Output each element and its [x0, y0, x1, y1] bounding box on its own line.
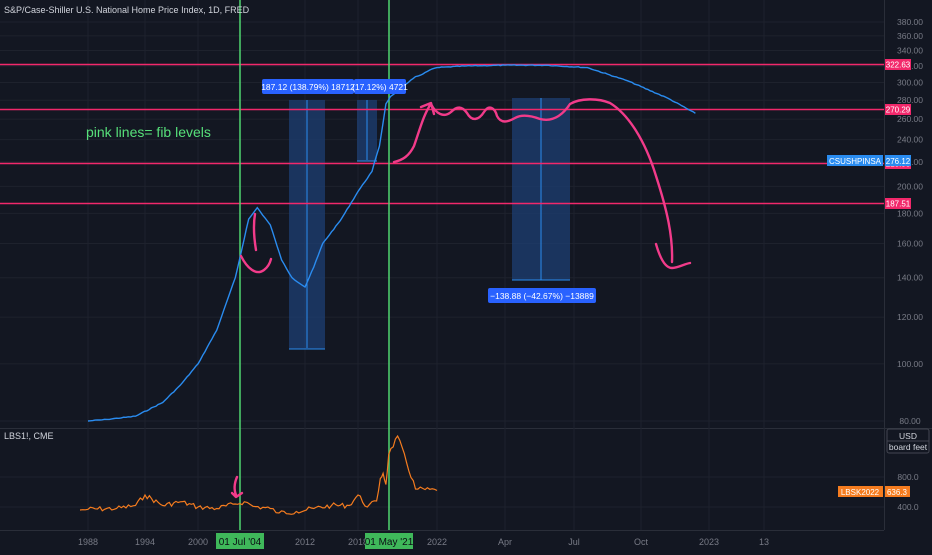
lumber-tick-label: 800.0	[897, 472, 919, 482]
lumber-last-value: 636.3	[887, 488, 908, 497]
lumber-series-title: LBS1!, CME	[4, 431, 54, 441]
fib-level-label: 187.51	[886, 200, 911, 209]
price-tick-label: 120.00	[897, 312, 923, 322]
measure-label-group-2[interactable]: (17.12%) 4721	[352, 79, 408, 94]
hpi-last-value: 276.12	[886, 157, 911, 166]
main-series-title: S&P/Case-Shiller U.S. National Home Pric…	[4, 5, 250, 15]
measure-label-group-1[interactable]: 187.12 (138.79%) 18712	[261, 79, 355, 94]
price-tick-label: 100.00	[897, 359, 923, 369]
price-tick-label: 260.00	[897, 114, 923, 124]
time-tick-label: 1994	[135, 537, 155, 547]
lumber-tick-label: 400.0	[897, 502, 919, 512]
price-tick-label: 80.00	[899, 416, 921, 426]
measure-label-text-3: −138.88 (−42.67%) −13889	[490, 291, 594, 301]
chart-workspace[interactable]: 80.00 100.00 120.00 140.00 160.00 180.00 200.0…	[0, 0, 932, 550]
time-tick-label: Apr	[498, 537, 512, 547]
time-tick-label: Jul	[568, 537, 580, 547]
price-tick-label: 300.00	[897, 78, 923, 88]
price-tick-label: 180.00	[897, 208, 923, 218]
fib-level-label: 322.63	[886, 61, 911, 70]
unit-selector[interactable]: USD board feet	[886, 428, 930, 454]
time-tick-label: 2023	[699, 537, 719, 547]
price-tick-label: 360.00	[897, 31, 923, 41]
hpi-last-value-badge[interactable]: CSUSHPINSA 276.12	[827, 155, 911, 166]
unit-measure: board feet	[889, 442, 928, 452]
price-tick-label: 380.00	[897, 17, 923, 27]
time-marker-label-1: 01 Jul '04	[219, 537, 262, 548]
time-tick-label: 2012	[295, 537, 315, 547]
measure-label-text-1: 187.12 (138.79%) 18712	[261, 82, 355, 92]
fib-level-label: 270.29	[886, 106, 911, 115]
price-tick-label: 280.00	[897, 95, 923, 105]
price-tick-label: 240.00	[897, 135, 923, 145]
measure-label-text-2: (17.12%) 4721	[352, 82, 408, 92]
price-tick-label: 200.00	[897, 181, 923, 191]
lumber-series-name: LBSK2022	[841, 488, 880, 497]
price-tick-label: 160.00	[897, 239, 923, 249]
time-marker-may-2021[interactable]: 01 May '21	[365, 533, 414, 549]
time-tick-label: 1988	[78, 537, 98, 547]
time-axis[interactable]: 1988 1994 2000 2012 2018 2022 Apr Jul Oct 2023 13	[78, 537, 769, 547]
measure-label-group-3[interactable]: −138.88 (−42.67%) −13889	[488, 288, 596, 303]
price-tick-label: 340.00	[897, 45, 923, 55]
price-tick-label: 140.00	[897, 273, 923, 283]
time-marker-jul-2004[interactable]: 01 Jul '04	[216, 533, 264, 549]
time-tick-label: Oct	[634, 537, 649, 547]
chart-canvas[interactable]: 80.00 100.00 120.00 140.00 160.00 180.00 200.0…	[0, 0, 932, 550]
hpi-series-name: CSUSHPINSA	[829, 157, 882, 166]
lumber-pane-background	[0, 429, 884, 530]
lumber-last-value-badge[interactable]: LBSK2022 636.3	[838, 486, 910, 497]
fib-annotation-text[interactable]: pink lines= fib levels	[86, 124, 211, 140]
time-marker-label-2: 01 May '21	[365, 537, 414, 548]
time-tick-label: 2000	[188, 537, 208, 547]
time-tick-label: 2022	[427, 537, 447, 547]
unit-currency: USD	[899, 431, 917, 441]
time-tick-label: 13	[759, 537, 769, 547]
